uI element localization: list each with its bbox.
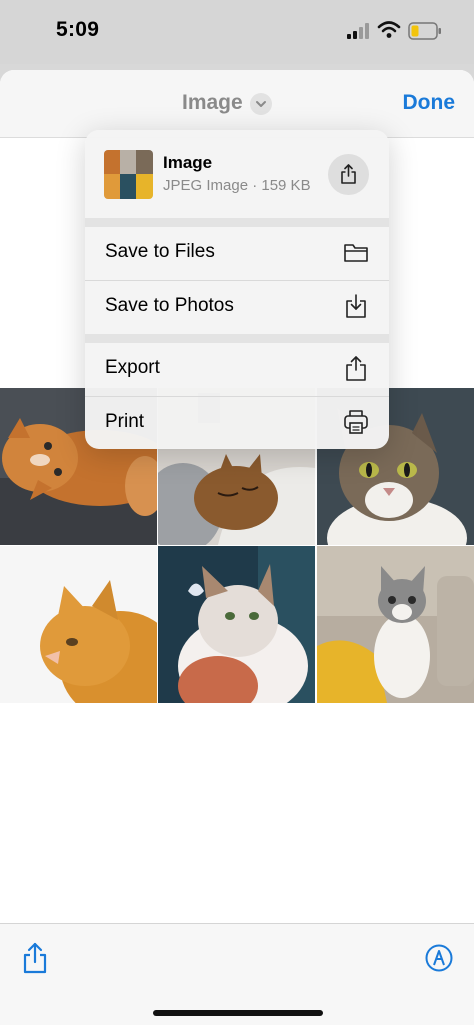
markup-icon[interactable] [425, 944, 453, 972]
folder-icon [344, 244, 368, 262]
photo-cat-on-sofa [317, 546, 474, 703]
file-info: JPEG Image · 159 KB [163, 177, 311, 194]
wifi-icon [377, 21, 401, 38]
print-item[interactable]: Print [85, 397, 389, 449]
save-to-files-item[interactable]: Save to Files [85, 227, 389, 279]
menu-section-divider [85, 218, 389, 227]
file-header: Image JPEG Image · 159 KB [85, 130, 389, 218]
save-to-photos-label: Save to Photos [105, 295, 234, 316]
share-menu: Image JPEG Image · 159 KB Save to Files … [85, 130, 389, 449]
share-icon [346, 356, 366, 381]
export-item[interactable]: Export [85, 343, 389, 395]
status-bar: 5:09 [0, 0, 474, 64]
menu-section-divider [85, 334, 389, 343]
save-to-files-label: Save to Files [105, 241, 215, 262]
share-icon [341, 164, 356, 184]
share-icon[interactable] [22, 942, 48, 974]
nav-title[interactable]: Image [182, 91, 243, 115]
photo-cat-with-butterfly [158, 546, 315, 703]
file-thumbnail [104, 150, 153, 199]
home-indicator [153, 1010, 323, 1016]
status-time: 5:09 [56, 18, 100, 41]
chevron-down-icon[interactable] [250, 93, 272, 115]
export-label: Export [105, 357, 160, 378]
save-to-photos-item[interactable]: Save to Photos [85, 281, 389, 333]
photo-orange-cat-profile [0, 546, 157, 703]
print-label: Print [105, 411, 145, 432]
done-button[interactable]: Done [403, 91, 456, 115]
download-icon [346, 294, 366, 318]
cellular-signal-icon [347, 23, 369, 39]
share-button[interactable] [328, 154, 369, 195]
printer-icon [344, 410, 368, 434]
navigation-bar: Image Done [0, 70, 474, 138]
file-name: Image [163, 153, 213, 172]
battery-icon [408, 22, 441, 40]
